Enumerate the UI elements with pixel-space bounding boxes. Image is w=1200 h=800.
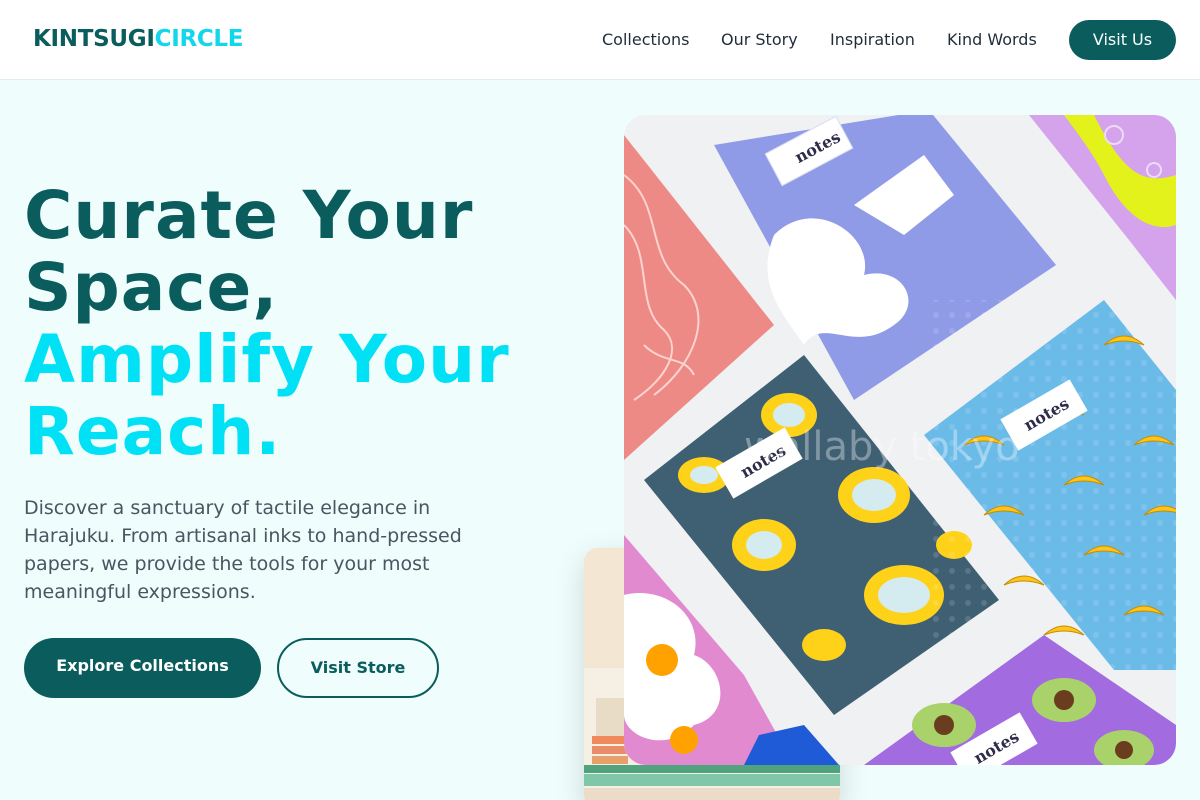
site-header: KINTSUGICIRCLE Collections Our Story Ins…	[0, 0, 1200, 80]
nav-link-inspiration[interactable]: Inspiration	[830, 29, 915, 51]
visit-us-button[interactable]: Visit Us	[1069, 20, 1176, 60]
banana-notebook: notes	[924, 300, 1176, 670]
headline-line-3: Amplify Your	[24, 321, 510, 398]
notebooks-photo: notes notes notes notes wallaby tokyo	[624, 115, 1176, 765]
nav-link-collections[interactable]: Collections	[602, 29, 689, 51]
visit-store-button[interactable]: Visit Store	[277, 638, 439, 698]
hero-image: notes notes notes notes wallaby tokyo	[624, 115, 1176, 765]
main-nav: Collections Our Story Inspiration Kind W…	[0, 29, 1200, 51]
hero-headline: Curate Your Space, Amplify Your Reach.	[24, 180, 584, 468]
photo-watermark: wallaby tokyo	[744, 424, 1020, 470]
nav-link-kind-words[interactable]: Kind Words	[947, 29, 1037, 51]
hero-description: Discover a sanctuary of tactile elegance…	[24, 497, 462, 603]
headline-line-1: Curate Your	[24, 177, 474, 254]
headline-line-4: Reach.	[24, 393, 282, 470]
headline-line-2: Space,	[24, 249, 279, 326]
nav-link-our-story[interactable]: Our Story	[721, 29, 798, 51]
explore-collections-button[interactable]: Explore Collections	[24, 638, 261, 698]
